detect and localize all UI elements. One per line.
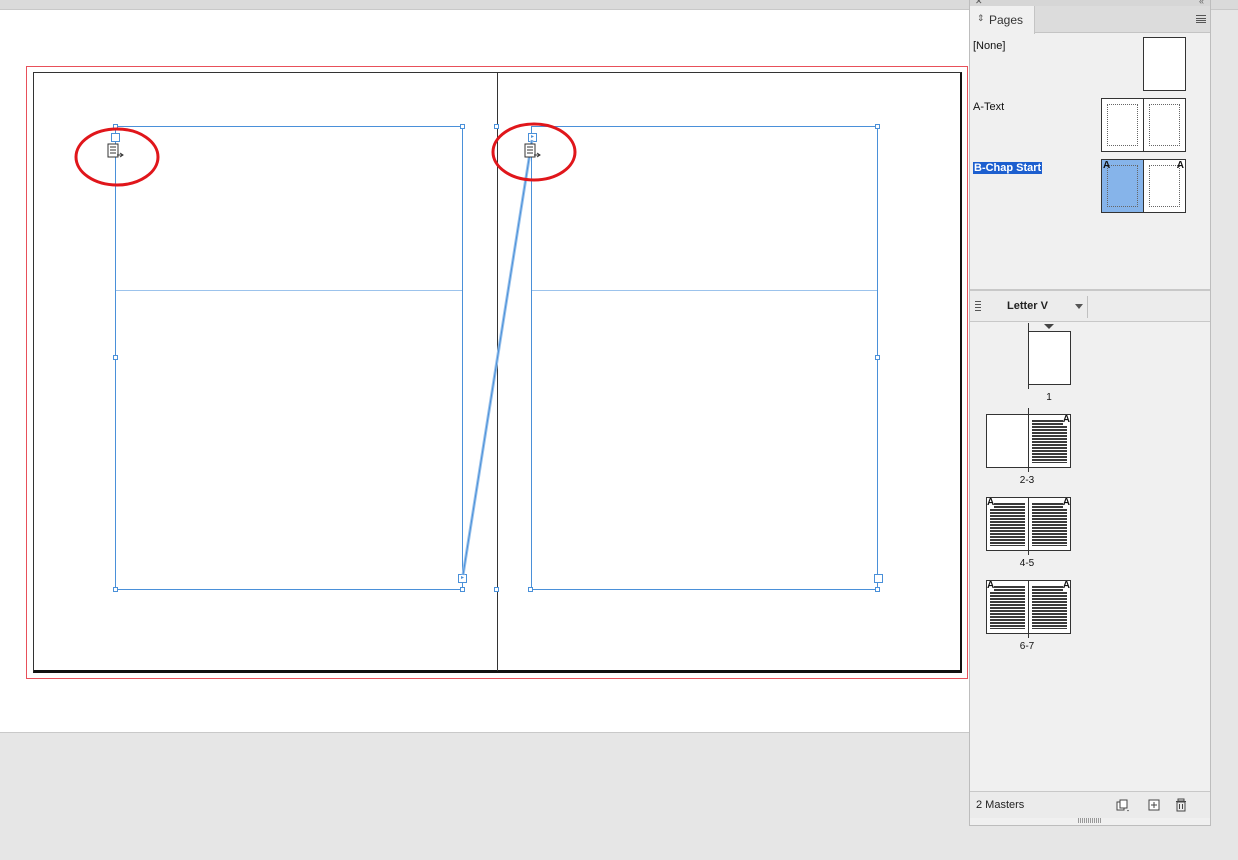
tab-pages-label: Pages <box>989 13 1024 27</box>
selection-handle[interactable] <box>113 124 118 129</box>
selection-handle[interactable] <box>494 587 499 592</box>
left-frame-in-port[interactable] <box>111 133 120 142</box>
masters-section: [None] A-Text B-Chap Start A A <box>970 34 1210 289</box>
trash-icon[interactable] <box>1174 798 1188 812</box>
page-size-bar: Letter V <box>970 291 1210 322</box>
left-frame-out-port[interactable]: ▸ <box>458 574 467 583</box>
masters-count-label: 2 Masters <box>976 799 1025 811</box>
document-canvas[interactable]: ▸ ▸ <box>0 0 970 860</box>
page-master-letter: A <box>987 497 995 508</box>
divider <box>1087 296 1088 318</box>
selection-handle[interactable] <box>875 124 880 129</box>
master-item-label: B-Chap Start <box>973 162 1043 174</box>
panel-tab-bar: ⇕ Pages <box>970 6 1210 34</box>
sort-arrows-icon: ⇕ <box>977 13 985 23</box>
selection-handle[interactable] <box>113 587 118 592</box>
pages-section: 1 A 2-3 A A 4-5 A A 6-7 <box>970 323 1210 791</box>
master-letter: A <box>1176 160 1184 171</box>
page-size-select[interactable]: Letter V <box>1007 300 1048 312</box>
page-master-letter: A <box>1062 497 1070 508</box>
create-new-page-icon[interactable] <box>1147 798 1161 812</box>
panel-resize-grip[interactable] <box>1078 818 1102 823</box>
page-label: 4-5 <box>1019 558 1035 569</box>
current-page-marker-icon <box>1044 324 1054 329</box>
selection-handle[interactable] <box>875 587 880 592</box>
selection-handle[interactable] <box>528 587 533 592</box>
right-frame-in-port[interactable]: ▸ <box>528 133 537 142</box>
hamburger-menu-icon[interactable] <box>1196 15 1206 23</box>
page-size-grip-icon <box>975 301 981 311</box>
selection-handle[interactable] <box>460 124 465 129</box>
pages-panel: ✕ « ⇕ Pages [None] A-Text B-Chap Start A… <box>969 0 1211 826</box>
left-text-frame[interactable] <box>115 126 463 590</box>
master-letter: A <box>1103 160 1111 171</box>
right-text-frame[interactable] <box>531 126 878 590</box>
selection-handle[interactable] <box>494 124 499 129</box>
page-master-letter: A <box>987 580 995 591</box>
page-master-letter: A <box>1062 414 1070 425</box>
page-master-letter: A <box>1062 580 1070 591</box>
new-page-icon[interactable] <box>1116 798 1130 812</box>
panel-footer: 2 Masters <box>970 791 1210 818</box>
master-item-label: [None] <box>973 40 1006 52</box>
page-label: 2-3 <box>1019 475 1035 486</box>
page-label: 6-7 <box>1019 641 1035 652</box>
left-page-guide <box>116 290 462 291</box>
page-label: 1 <box>1046 392 1052 403</box>
right-frame-out-port[interactable] <box>874 574 883 583</box>
chevron-down-icon[interactable] <box>1075 304 1083 309</box>
right-page-guide <box>532 290 877 291</box>
master-thumbnail-b-chap-start[interactable]: A A <box>1101 159 1186 213</box>
master-thumbnail-a-text[interactable] <box>1101 98 1186 152</box>
selection-handle[interactable] <box>113 355 118 360</box>
selection-handle[interactable] <box>460 587 465 592</box>
spread-spine <box>497 72 498 671</box>
tab-pages[interactable]: ⇕ Pages <box>970 6 1035 34</box>
master-thumbnail-none[interactable] <box>1143 37 1186 91</box>
selection-handle[interactable] <box>875 355 880 360</box>
master-item-label: A-Text <box>973 101 1005 113</box>
